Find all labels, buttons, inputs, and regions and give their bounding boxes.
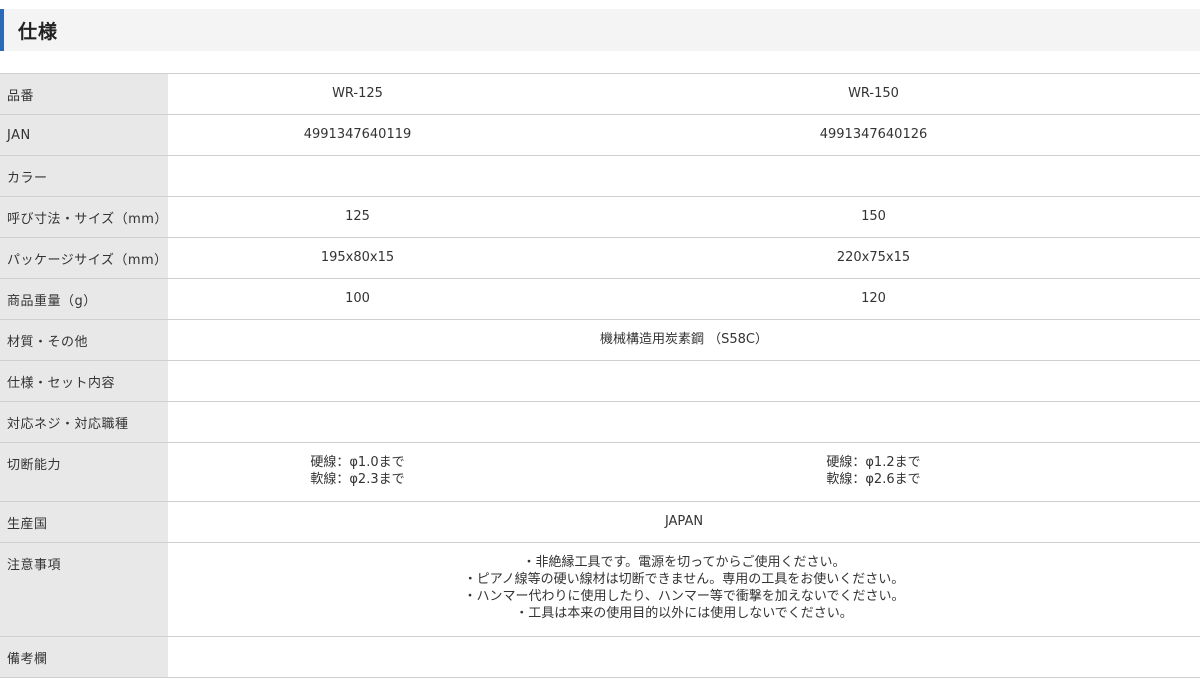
value-package-size-wr150: 220x75x15 xyxy=(547,237,1200,279)
value-remarks xyxy=(168,636,1200,678)
row-weight: 商品重量（g） 100 120 xyxy=(0,278,1200,320)
spec-table: 品番 WR-125 WR-150 JAN 4991347640119 49913… xyxy=(0,73,1200,678)
row-color: カラー xyxy=(0,155,1200,197)
caution-line: ・ピアノ線等の硬い線材は切断できません。専用の工具をお使いください。 xyxy=(463,572,905,587)
caution-line: ・ハンマー代わりに使用したり、ハンマー等で衝撃を加えないでください。 xyxy=(463,589,905,604)
row-label-weight: 商品重量（g） xyxy=(0,278,168,320)
value-color-wr150 xyxy=(547,155,1200,197)
row-model: 品番 WR-125 WR-150 xyxy=(0,73,1200,115)
row-label-spec-set: 仕様・セット内容 xyxy=(0,360,168,402)
value-spec-set xyxy=(168,360,1200,402)
row-label-model: 品番 xyxy=(0,73,168,115)
cutting-hard-wire-wr125: 硬線：φ1.0まで xyxy=(310,455,405,470)
value-model-wr125: WR-125 xyxy=(168,73,547,115)
value-compat xyxy=(168,401,1200,443)
value-nominal-size-wr150: 150 xyxy=(547,196,1200,238)
value-nominal-size-wr125: 125 xyxy=(168,196,547,238)
row-label-package-size: パッケージサイズ（mm） xyxy=(0,237,168,279)
row-label-cautions: 注意事項 xyxy=(0,542,168,637)
value-model-wr150: WR-150 xyxy=(547,73,1200,115)
row-package-size: パッケージサイズ（mm） 195x80x15 220x75x15 xyxy=(0,237,1200,279)
row-label-nominal-size: 呼び寸法・サイズ（mm） xyxy=(0,196,168,238)
row-spec-set: 仕様・セット内容 xyxy=(0,360,1200,402)
cutting-hard-wire-wr150: 硬線：φ1.2まで xyxy=(826,455,921,470)
value-cautions: ・非絶縁工具です。電源を切ってからご使用ください。 ・ピアノ線等の硬い線材は切断… xyxy=(168,542,1200,637)
row-origin: 生産国 JAPAN xyxy=(0,501,1200,543)
row-material: 材質・その他 機械構造用炭素鋼 （S58C） xyxy=(0,319,1200,361)
value-cutting-wr125: 硬線：φ1.0まで 軟線：φ2.3まで xyxy=(168,442,547,502)
caution-line: ・非絶縁工具です。電源を切ってからご使用ください。 xyxy=(522,555,846,570)
value-color-wr125 xyxy=(168,155,547,197)
caution-line: ・工具は本来の使用目的以外には使用しないでください。 xyxy=(515,606,853,621)
value-origin: JAPAN xyxy=(168,501,1200,543)
value-weight-wr125: 100 xyxy=(168,278,547,320)
value-jan-wr125: 4991347640119 xyxy=(168,114,547,156)
spec-section-header: 仕様 xyxy=(0,9,1200,51)
row-nominal-size: 呼び寸法・サイズ（mm） 125 150 xyxy=(0,196,1200,238)
cutting-soft-wire-wr125: 軟線：φ2.3まで xyxy=(310,472,405,487)
value-material: 機械構造用炭素鋼 （S58C） xyxy=(168,319,1200,361)
row-remarks: 備考欄 xyxy=(0,636,1200,678)
row-cautions: 注意事項 ・非絶縁工具です。電源を切ってからご使用ください。 ・ピアノ線等の硬い… xyxy=(0,542,1200,637)
value-weight-wr150: 120 xyxy=(547,278,1200,320)
row-compat: 対応ネジ・対応職種 xyxy=(0,401,1200,443)
row-label-origin: 生産国 xyxy=(0,501,168,543)
value-jan-wr150: 4991347640126 xyxy=(547,114,1200,156)
row-label-compat: 対応ネジ・対応職種 xyxy=(0,401,168,443)
section-title: 仕様 xyxy=(18,20,59,43)
cutting-soft-wire-wr150: 軟線：φ2.6まで xyxy=(826,472,921,487)
row-label-material: 材質・その他 xyxy=(0,319,168,361)
row-jan: JAN 4991347640119 4991347640126 xyxy=(0,114,1200,156)
value-cutting-wr150: 硬線：φ1.2まで 軟線：φ2.6まで xyxy=(547,442,1200,502)
row-label-color: カラー xyxy=(0,155,168,197)
row-label-jan: JAN xyxy=(0,114,168,156)
row-cutting: 切断能力 硬線：φ1.0まで 軟線：φ2.3まで 硬線：φ1.2まで 軟線：φ2… xyxy=(0,442,1200,502)
row-label-remarks: 備考欄 xyxy=(0,636,168,678)
value-package-size-wr125: 195x80x15 xyxy=(168,237,547,279)
row-label-cutting: 切断能力 xyxy=(0,442,168,502)
